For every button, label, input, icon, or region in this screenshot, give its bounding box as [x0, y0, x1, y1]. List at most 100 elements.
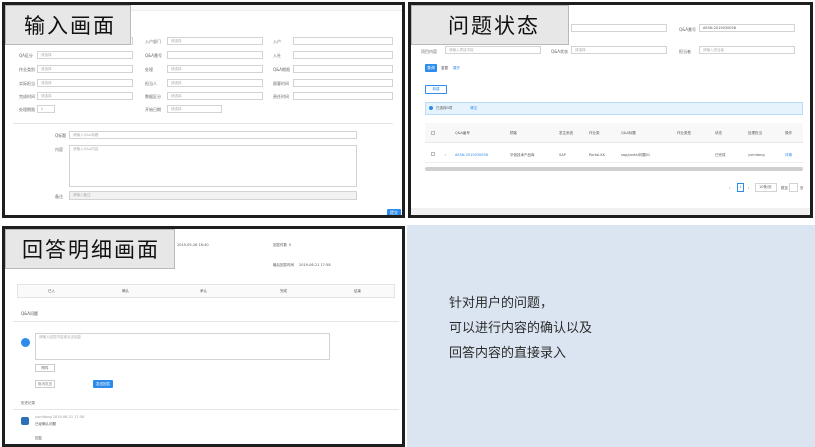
screen-title: 输入画面	[5, 5, 131, 45]
column-header: 处理担当	[748, 131, 762, 135]
divider	[13, 123, 393, 124]
input-field[interactable]	[293, 51, 393, 59]
history-meta: yumitong 2019-06-21 17:58	[35, 415, 85, 419]
status-select[interactable]: 请选择	[571, 46, 667, 54]
input-field[interactable]: 0	[37, 105, 55, 113]
field-label: 完成时间	[19, 94, 35, 99]
selected-count: 已选择0项	[436, 106, 453, 110]
input-field[interactable]: 请选择	[167, 92, 263, 100]
input-field[interactable]	[293, 79, 393, 87]
expand-link[interactable]: 展开	[453, 66, 460, 71]
history-title: 历史记录	[21, 401, 35, 405]
page-1-button[interactable]: 1	[737, 183, 744, 192]
column-header: 顾客	[510, 131, 517, 135]
select-all-checkbox[interactable]	[431, 131, 435, 135]
input-field[interactable]	[293, 37, 393, 45]
input-field[interactable]	[293, 65, 393, 73]
input-field[interactable]: 请选择	[37, 92, 133, 100]
cell: yumitong	[748, 153, 765, 157]
step-label: 确认	[122, 289, 129, 293]
clear-link[interactable]: 清空	[470, 106, 477, 111]
meta-value: 2019-06-21 17:58	[299, 263, 331, 267]
cancel-label: 取消发送	[38, 382, 52, 386]
table-header: Q&A番号 顾客 发生系统 作业类 Q&A标题 作业类型 状态 处理担当 操作	[425, 123, 803, 143]
cell: Portal-XX	[589, 153, 605, 157]
prev-page-icon[interactable]: ‹	[729, 186, 730, 190]
user-avatar	[21, 338, 30, 347]
field-label: 处理期限	[19, 107, 35, 112]
reply-textarea[interactable]: 请输入回答内容或点击回复	[35, 333, 330, 360]
description-box: 针对用户的问题， 可以进行内容的确认以及 回答内容的直接录入	[407, 225, 815, 447]
column-header: 发生系统	[559, 131, 573, 135]
column-header: 状态	[715, 131, 722, 135]
description-line: 回答内容的直接录入	[449, 346, 567, 361]
meta-value: 0	[289, 243, 292, 247]
cancel-button[interactable]: 取消发送	[35, 380, 55, 388]
qa-number-input[interactable]: AESN-2019030058	[699, 24, 795, 32]
date-value: 2019-05-28 16:40	[177, 243, 209, 247]
row-checkbox[interactable]	[431, 152, 435, 156]
page-size-select[interactable]: 10条/页	[755, 183, 777, 192]
field-label: Q&A番号	[679, 27, 697, 32]
field-label: Q&A期限	[273, 67, 291, 72]
input-field[interactable]: 请选择	[167, 65, 263, 73]
input-field[interactable]: 请选择	[37, 65, 133, 73]
input-field[interactable]	[293, 92, 393, 100]
field-label: QA区分	[19, 53, 33, 58]
answer-detail-panel: 2019-05-28 16:40 回答件数 0 Q&A番号 AESN-20190…	[2, 226, 405, 447]
add-button[interactable]: 新建	[425, 85, 447, 94]
column-header: Q&A标题	[621, 131, 636, 135]
input-field[interactable]: 请选择	[167, 37, 263, 45]
add-button-label: 新建	[432, 87, 440, 91]
field-label: 数据区分	[145, 94, 161, 99]
description-line: 针对用户的问题，	[449, 296, 554, 311]
progress-steps: 已入 确认 承认 完成 结束	[17, 284, 395, 298]
jump-input[interactable]	[789, 183, 798, 192]
cell: 已完成	[715, 153, 726, 157]
input-field[interactable]: 请选择	[167, 105, 222, 113]
selection-alert: 已选择0项 清空	[425, 102, 803, 115]
qa-number-link[interactable]: AESN-2019030058	[455, 153, 488, 157]
search-input[interactable]	[571, 24, 667, 32]
field-label: 入户	[273, 39, 281, 44]
cell: 华信技术产品库	[510, 153, 535, 157]
input-field[interactable]: 请选择	[37, 79, 133, 87]
input-field[interactable]	[167, 51, 263, 59]
submit-button[interactable]: 提交	[387, 209, 401, 215]
horizontal-scrollbar[interactable]	[425, 167, 803, 171]
divider	[13, 409, 399, 410]
reset-button[interactable]: 重置	[441, 66, 448, 71]
description-line: 可以进行内容的确认以及	[449, 321, 593, 336]
title-input[interactable]: 请输入Q&A标题	[69, 131, 357, 139]
field-label: 备注	[55, 194, 63, 199]
attach-button[interactable]: 附件	[35, 364, 55, 372]
content-textarea[interactable]: 请输入Q&A内容	[69, 145, 357, 187]
column-header: 操作	[785, 131, 792, 135]
detail-link[interactable]: 详情	[785, 153, 792, 158]
field-label: 担当者	[679, 49, 691, 54]
column-header: Q&A番号	[455, 131, 470, 135]
field-label: 开始日期	[145, 107, 161, 112]
send-button[interactable]: 发送回答	[93, 380, 113, 388]
step-label: 完成	[280, 289, 287, 293]
page-unit: 页	[800, 186, 804, 190]
search-input[interactable]: 请输入项目内容	[445, 46, 541, 54]
query-button[interactable]: 查询	[425, 64, 437, 72]
expand-icon[interactable]: ›	[445, 153, 446, 157]
table-row[interactable]: › AESN-2019030058 华信技术产品库 SAP Portal-XX …	[425, 145, 803, 163]
meta-label: 回答件数	[273, 243, 287, 247]
history-reply[interactable]: 回复	[35, 436, 42, 441]
screen-title: 问题状态	[411, 5, 569, 45]
search-input[interactable]: 请输入担当者	[699, 46, 795, 54]
cell: sap/portal问题01	[621, 153, 651, 157]
cell: SAP	[559, 153, 566, 157]
input-field[interactable]: 请选择	[167, 79, 263, 87]
next-page-icon[interactable]: ›	[748, 186, 749, 190]
field-label: Q&A番号	[145, 53, 163, 58]
step-label: 承认	[200, 289, 207, 293]
input-field[interactable]: 请选择	[37, 51, 133, 59]
remarks-input[interactable]: 请输入备注	[69, 191, 357, 200]
attach-label: 附件	[41, 366, 49, 370]
meta-label: 最后回答时间	[273, 263, 294, 267]
info-icon	[429, 106, 433, 110]
